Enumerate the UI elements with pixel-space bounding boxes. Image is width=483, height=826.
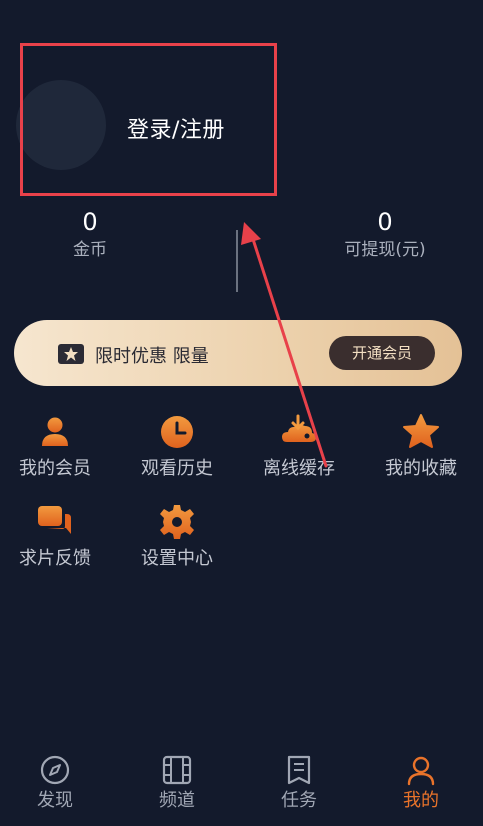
film-icon	[162, 755, 192, 785]
menu-item-history[interactable]: 观看历史	[122, 412, 232, 480]
tab-label: 我的	[403, 790, 439, 811]
cash-label: 可提现(元)	[344, 240, 426, 260]
coins-value: 0	[82, 208, 98, 236]
user-icon	[42, 417, 68, 446]
tab-label: 任务	[281, 790, 317, 811]
vip-promo-text: 限时优惠 限量	[95, 346, 209, 367]
tab-discover[interactable]: 发现	[15, 754, 95, 812]
chat-icon	[38, 506, 71, 534]
cash-stat[interactable]: 0 可提现(元)	[330, 208, 440, 262]
coins-label: 金币	[73, 240, 107, 260]
task-icon	[287, 755, 311, 785]
vip-banner[interactable]: 限时优惠 限量 开通会员	[14, 320, 462, 386]
menu-item-label: 我的会员	[19, 458, 91, 479]
menu-item-membership[interactable]: 我的会员	[0, 412, 110, 480]
menu-item-settings[interactable]: 设置中心	[122, 502, 232, 570]
menu-item-offline-cache[interactable]: 离线缓存	[244, 412, 354, 480]
bottom-navigation: 发现 频道 任务 我的	[0, 748, 483, 826]
tab-tasks[interactable]: 任务	[259, 754, 339, 812]
stats-divider	[236, 230, 238, 292]
menu-item-label: 离线缓存	[263, 458, 335, 479]
ticket-icon	[58, 344, 84, 364]
menu-item-label: 我的收藏	[385, 458, 457, 479]
star-icon	[403, 414, 439, 448]
profile-icon	[407, 756, 435, 786]
menu-item-feedback[interactable]: 求片反馈	[0, 502, 110, 570]
download-cloud-icon	[282, 414, 317, 442]
tab-label: 发现	[37, 790, 73, 811]
menu-item-label: 观看历史	[141, 458, 213, 479]
gear-icon	[160, 505, 194, 539]
coins-stat[interactable]: 0 金币	[60, 208, 120, 262]
compass-icon	[40, 755, 70, 785]
tab-channels[interactable]: 频道	[137, 754, 217, 812]
menu-item-label: 求片反馈	[19, 548, 91, 569]
tab-label: 频道	[159, 790, 195, 811]
cash-value: 0	[377, 208, 393, 236]
tab-mine[interactable]: 我的	[381, 754, 461, 812]
menu-item-favorites[interactable]: 我的收藏	[366, 412, 476, 480]
highlight-box	[20, 43, 277, 196]
clock-icon	[161, 416, 193, 448]
open-vip-button[interactable]: 开通会员	[329, 336, 435, 370]
menu-item-label: 设置中心	[141, 548, 213, 569]
